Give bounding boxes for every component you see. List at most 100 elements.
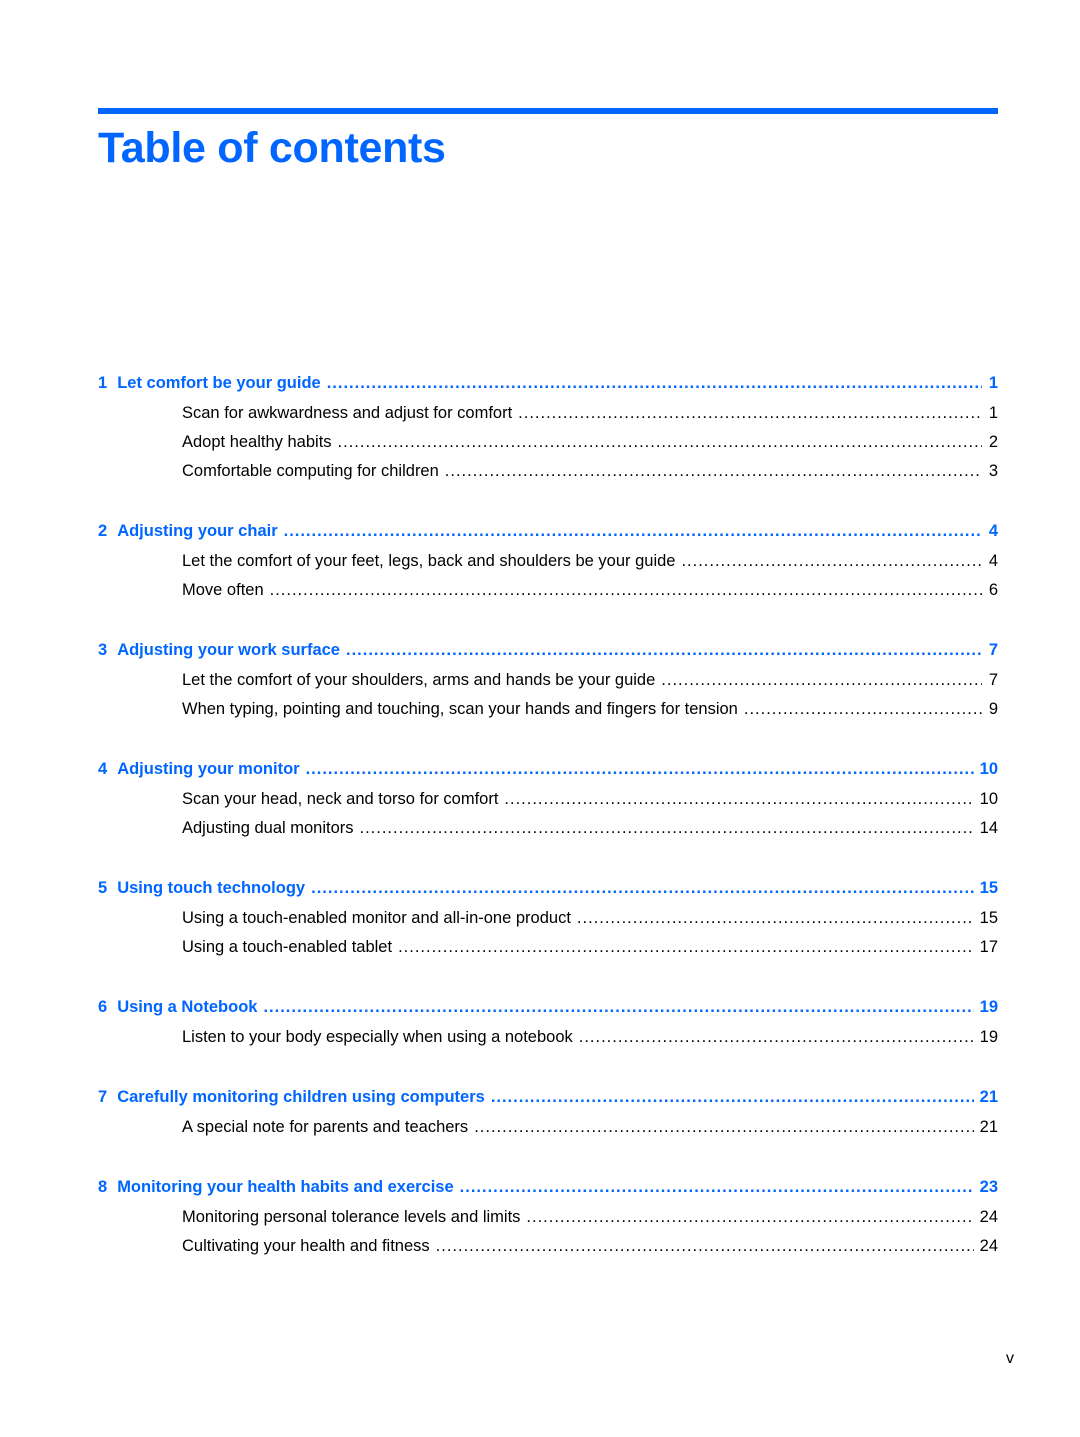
chapter-number: 2 (98, 522, 108, 540)
dot-leader (306, 756, 974, 782)
dot-leader (398, 933, 974, 962)
section-page-number: 6 (988, 581, 998, 599)
section-title: Scan your head, neck and torso for comfo… (182, 790, 499, 808)
dot-leader (460, 1174, 974, 1200)
section-page-number: 19 (979, 1028, 998, 1046)
section-title: A special note for parents and teachers (182, 1118, 469, 1136)
toc-section-link[interactable]: Cultivating your health and fitness 24 (98, 1232, 998, 1261)
toc-section-link[interactable]: Using a touch-enabled monitor and all-in… (98, 904, 998, 933)
chapter-page-number: 7 (988, 641, 998, 659)
chapter-title: Let comfort be your guide (117, 374, 321, 392)
toc-section-link[interactable]: Scan your head, neck and torso for comfo… (98, 785, 998, 814)
dot-leader (263, 994, 973, 1020)
chapter-number: 4 (98, 760, 108, 778)
page-number: v (1006, 1350, 1014, 1367)
dot-leader (579, 1023, 974, 1052)
toc-section-link[interactable]: Let the comfort of your feet, legs, back… (98, 547, 998, 576)
section-title: When typing, pointing and touching, scan… (182, 700, 738, 718)
section-page-number: 3 (988, 462, 998, 480)
dot-leader (491, 1084, 974, 1110)
toc-chapter: 5 Using touch technology 15 Using a touch-e… (98, 875, 998, 962)
dot-leader (577, 904, 974, 933)
section-title: Using a touch-enabled tablet (182, 938, 393, 956)
toc-chapter: 6 Using a Notebook 19 Listen to your body e… (98, 994, 998, 1052)
toc-chapter-link[interactable]: 8 Monitoring your health habits and exerc… (98, 1174, 998, 1200)
toc-chapter-link[interactable]: 5 Using touch technology 15 (98, 875, 998, 901)
chapter-number: 5 (98, 879, 108, 897)
chapter-page-number: 15 (979, 879, 998, 897)
section-title: Move often (182, 581, 264, 599)
toc-section-link[interactable]: Let the comfort of your shoulders, arms … (98, 666, 998, 695)
toc-chapter: 4 Adjusting your monitor 10 Scan your head,… (98, 756, 998, 843)
dot-leader (270, 576, 982, 605)
chapter-number: 3 (98, 641, 108, 659)
section-title: Adjusting dual monitors (182, 819, 354, 837)
section-title: Using a touch-enabled monitor and all-in… (182, 909, 571, 927)
toc-chapter-link[interactable]: 3 Adjusting your work surface 7 (98, 637, 998, 663)
chapter-page-number: 4 (988, 522, 998, 540)
dot-leader (526, 1203, 973, 1232)
section-title: Adopt healthy habits (182, 433, 332, 451)
dot-leader (311, 875, 974, 901)
title-rule (98, 108, 998, 114)
toc-section-link[interactable]: Monitoring personal tolerance levels and… (98, 1203, 998, 1232)
toc-chapter-link[interactable]: 1 Let comfort be your guide 1 (98, 370, 998, 396)
toc-section-link[interactable]: A special note for parents and teachers 2… (98, 1113, 998, 1142)
page-title: Table of contents (98, 124, 446, 172)
chapter-page-number: 1 (988, 374, 998, 392)
section-title: Monitoring personal tolerance levels and… (182, 1208, 521, 1226)
section-page-number: 7 (988, 671, 998, 689)
chapter-number: 6 (98, 998, 108, 1016)
chapter-title: Carefully monitoring children using comp… (117, 1088, 485, 1106)
chapter-title: Using touch technology (117, 879, 306, 897)
section-page-number: 24 (979, 1237, 998, 1255)
dot-leader (474, 1113, 973, 1142)
chapter-number: 7 (98, 1088, 108, 1106)
dot-leader (327, 370, 982, 396)
dot-leader (504, 785, 973, 814)
chapter-page-number: 23 (979, 1178, 998, 1196)
chapter-title: Monitoring your health habits and exerci… (117, 1178, 454, 1196)
dot-leader (436, 1232, 974, 1261)
dot-leader (284, 518, 982, 544)
section-title: Let the comfort of your feet, legs, back… (182, 552, 676, 570)
section-title: Let the comfort of your shoulders, arms … (182, 671, 656, 689)
toc-chapter-link[interactable]: 2 Adjusting your chair 4 (98, 518, 998, 544)
toc-chapter-link[interactable]: 6 Using a Notebook 19 (98, 994, 998, 1020)
toc-section-link[interactable]: When typing, pointing and touching, scan… (98, 695, 998, 724)
chapter-title: Adjusting your work surface (117, 641, 340, 659)
chapter-page-number: 10 (979, 760, 998, 778)
section-page-number: 15 (979, 909, 998, 927)
section-title: Listen to your body especially when usin… (182, 1028, 573, 1046)
toc-section-link[interactable]: Comfortable computing for children 3 (98, 457, 998, 486)
dot-leader (445, 457, 982, 486)
toc-section-link[interactable]: Scan for awkwardness and adjust for comf… (98, 399, 998, 428)
section-page-number: 21 (979, 1118, 998, 1136)
section-page-number: 24 (979, 1208, 998, 1226)
section-title: Scan for awkwardness and adjust for comf… (182, 404, 513, 422)
toc-section-link[interactable]: Adjusting dual monitors 14 (98, 814, 998, 843)
toc-chapter-link[interactable]: 7 Carefully monitoring children using com… (98, 1084, 998, 1110)
dot-leader (360, 814, 974, 843)
section-page-number: 2 (988, 433, 998, 451)
section-page-number: 10 (979, 790, 998, 808)
section-page-number: 17 (979, 938, 998, 956)
toc-section-link[interactable]: Adopt healthy habits 2 (98, 428, 998, 457)
dot-leader (346, 637, 982, 663)
dot-leader (661, 666, 982, 695)
toc-section-link[interactable]: Using a touch-enabled tablet 17 (98, 933, 998, 962)
chapter-page-number: 19 (979, 998, 998, 1016)
chapter-number: 1 (98, 374, 108, 392)
toc-section-link[interactable]: Move often 6 (98, 576, 998, 605)
section-page-number: 14 (979, 819, 998, 837)
toc-chapter: 2 Adjusting your chair 4 Let the comfort of… (98, 518, 998, 605)
toc-chapter-link[interactable]: 4 Adjusting your monitor 10 (98, 756, 998, 782)
toc-section-link[interactable]: Listen to your body especially when usin… (98, 1023, 998, 1052)
chapter-title: Using a Notebook (117, 998, 258, 1016)
toc-chapter: 8 Monitoring your health habits and exerc… (98, 1174, 998, 1261)
toc-chapter: 1 Let comfort be your guide 1 Scan for awkw… (98, 370, 998, 486)
chapter-title: Adjusting your monitor (117, 760, 300, 778)
chapter-number: 8 (98, 1178, 108, 1196)
section-page-number: 9 (988, 700, 998, 718)
toc-chapter: 3 Adjusting your work surface 7 Let the com… (98, 637, 998, 724)
